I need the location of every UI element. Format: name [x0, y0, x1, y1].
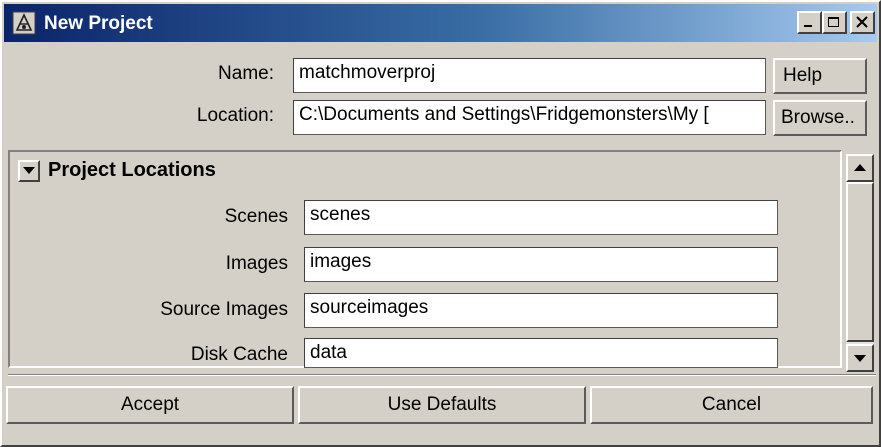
- disk-cache-field[interactable]: data: [304, 338, 778, 368]
- cancel-button[interactable]: Cancel: [590, 386, 873, 424]
- collapse-toggle-button[interactable]: [18, 160, 40, 182]
- browse-button[interactable]: Browse..: [773, 100, 867, 136]
- name-label: Name:: [218, 63, 274, 84]
- arrow-up-icon: [854, 164, 866, 171]
- source-images-field[interactable]: sourceimages: [304, 293, 778, 328]
- help-button[interactable]: Help: [773, 58, 867, 94]
- scroll-down-button[interactable]: [846, 344, 874, 372]
- minimize-icon: [804, 25, 812, 27]
- section-title: Project Locations: [48, 159, 216, 181]
- close-icon: [856, 16, 868, 28]
- window-title: New Project: [44, 13, 153, 34]
- vertical-scrollbar[interactable]: [846, 154, 874, 372]
- use-defaults-button[interactable]: Use Defaults: [298, 386, 586, 424]
- project-locations-panel: Project Locations Scenes scenes Images i…: [8, 150, 842, 368]
- scenes-field[interactable]: scenes: [304, 200, 778, 235]
- new-project-window: New Project Name: matchmoverproj Help Lo…: [0, 0, 881, 447]
- row-label-scenes: Scenes: [224, 206, 288, 227]
- row-label-disk-cache: Disk Cache: [190, 344, 288, 365]
- maximize-button[interactable]: [822, 11, 847, 34]
- images-field[interactable]: images: [304, 247, 778, 282]
- minimize-button[interactable]: [797, 11, 822, 34]
- arrow-down-icon: [854, 355, 866, 362]
- scroll-thumb[interactable]: [846, 182, 874, 342]
- row-label-source-images: Source Images: [160, 299, 288, 320]
- triangle-down-icon: [23, 167, 35, 174]
- scroll-up-button[interactable]: [846, 154, 874, 182]
- title-bar[interactable]: New Project: [4, 4, 877, 42]
- maximize-icon: [828, 17, 839, 27]
- location-label: Location:: [196, 105, 274, 126]
- name-field[interactable]: matchmoverproj: [293, 58, 766, 93]
- row-label-images: Images: [225, 253, 288, 274]
- location-field[interactable]: C:\Documents and Settings\Fridgemonsters…: [293, 100, 766, 135]
- app-icon: [12, 11, 36, 35]
- divider: [8, 374, 876, 376]
- accept-button[interactable]: Accept: [6, 386, 294, 424]
- close-button[interactable]: [850, 11, 875, 34]
